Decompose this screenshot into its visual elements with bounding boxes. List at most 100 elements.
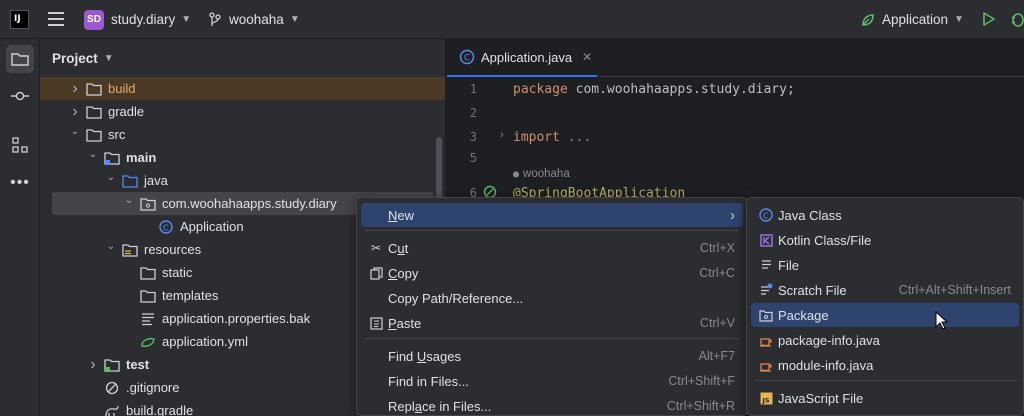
- chevron-down-icon[interactable]: ⌄: [124, 195, 134, 206]
- menu-item-new[interactable]: New ›: [361, 203, 743, 227]
- code-line[interactable]: ● woohaha: [513, 166, 570, 181]
- menu-item-copy-path-reference[interactable]: Copy Path/Reference...: [361, 286, 743, 310]
- submenu-item-kotlin-class-file[interactable]: Kotlin Class/File: [751, 228, 1019, 252]
- menu-item-copy[interactable]: Copy Ctrl+C: [361, 261, 743, 285]
- submenu-item-package-info-java[interactable]: package-info.java: [751, 328, 1019, 352]
- kotlin-icon: [759, 233, 773, 247]
- text-file-icon: [142, 312, 154, 325]
- source-folder-icon: [104, 151, 120, 165]
- submenu-item-scratch-file[interactable]: Scratch File Ctrl+Alt+Shift+Insert: [751, 278, 1019, 302]
- run-icon[interactable]: [982, 11, 996, 27]
- chevron-right-icon[interactable]: ›: [88, 356, 98, 374]
- gitignore-icon: [105, 381, 119, 394]
- main-menu-icon[interactable]: [48, 12, 64, 26]
- tool-window-stripe: •••: [0, 39, 40, 416]
- svg-text:C: C: [163, 223, 169, 232]
- menu-item-label: Paste: [388, 315, 422, 331]
- submenu-item-java-class[interactable]: C Java Class: [751, 203, 1019, 227]
- line-number: 1: [469, 82, 477, 96]
- tree-item[interactable]: ⌄ src: [40, 123, 445, 146]
- branch-selector[interactable]: woohaha ▼: [208, 0, 300, 39]
- gradle-icon: [105, 405, 119, 416]
- intellij-logo-icon[interactable]: IJ: [10, 10, 29, 29]
- tree-item-label: main: [126, 150, 157, 165]
- more-icon: •••: [10, 174, 30, 191]
- folder-icon: [86, 128, 102, 142]
- paste-icon: [369, 317, 383, 330]
- tab-application-java[interactable]: C Application.java ✕: [447, 39, 597, 77]
- project-selector[interactable]: SD study.diary ▼: [84, 0, 191, 39]
- submenu-item-file[interactable]: File: [751, 253, 1019, 277]
- chevron-right-icon: ›: [730, 206, 735, 224]
- menu-item-label: JavaScript File: [778, 390, 864, 406]
- mnemonic: P: [388, 315, 397, 331]
- tree-item-label: build.gradle: [126, 403, 194, 416]
- package-icon: [759, 309, 773, 322]
- mnemonic: C: [388, 265, 398, 281]
- menu-item-find-in-files[interactable]: Find in Files... Ctrl+Shift+F: [361, 369, 743, 393]
- mnemonic: a: [414, 398, 422, 414]
- folder-icon: [140, 289, 156, 303]
- menu-item-label: module-info.java: [778, 357, 874, 373]
- copy-icon: [369, 266, 383, 280]
- code-text: ...: [559, 130, 592, 145]
- menu-item-label: Package: [778, 307, 829, 323]
- keyword: package: [513, 82, 568, 97]
- menu-item-label: Find in Files...: [388, 373, 469, 389]
- java-file-icon: [760, 363, 772, 372]
- tree-item[interactable]: › gradle: [40, 100, 445, 123]
- chevron-right-icon[interactable]: ›: [70, 103, 80, 121]
- fold-icon[interactable]: ›: [500, 129, 504, 141]
- menu-item-label: Kotlin Class/File: [778, 232, 872, 248]
- svg-text:C: C: [464, 54, 470, 64]
- chevron-down-icon[interactable]: ⌄: [88, 149, 98, 160]
- chevron-down-icon[interactable]: ⌄: [106, 241, 116, 252]
- run-config-selector[interactable]: Application ▼: [860, 0, 964, 39]
- structure-tool-button[interactable]: [6, 131, 34, 159]
- java-file-icon: [760, 338, 772, 347]
- spring-class-icon: C: [459, 49, 475, 65]
- chevron-down-icon[interactable]: ⌄: [106, 172, 116, 183]
- tree-item-label: java: [144, 173, 168, 188]
- submenu-item-javascript-file[interactable]: JS JavaScript File: [751, 386, 1019, 410]
- scratch-file-icon: [761, 283, 773, 295]
- menu-item-replace-in-files[interactable]: Replace in Files... Ctrl+Shift+R: [361, 394, 743, 416]
- chevron-right-icon[interactable]: ›: [70, 80, 80, 98]
- project-tool-button[interactable]: [6, 45, 34, 73]
- menu-item-label: File: [778, 257, 799, 273]
- project-panel-title: Project: [52, 50, 98, 66]
- spring-class-icon: C: [159, 219, 173, 234]
- chevron-down-icon[interactable]: ⌄: [70, 126, 80, 137]
- menu-item-label: New: [388, 207, 415, 223]
- menu-item-paste[interactable]: Paste Ctrl+V: [361, 311, 743, 335]
- menu-item-cut[interactable]: ✂ Cut Ctrl+X: [361, 236, 743, 260]
- tree-item[interactable]: ⌄ main: [40, 146, 445, 169]
- menu-item-find-usages[interactable]: Find Usages Alt+F7: [361, 344, 743, 368]
- tree-item[interactable]: › build: [40, 77, 445, 100]
- debug-icon[interactable]: [1010, 11, 1024, 27]
- mnemonic: N: [388, 207, 398, 223]
- tree-item-label: src: [108, 127, 126, 142]
- project-panel-header[interactable]: Project ▼: [52, 39, 114, 77]
- author-hint: woohaha: [523, 168, 570, 180]
- tab-label: Application.java: [481, 49, 573, 65]
- submenu-item-package[interactable]: Package: [751, 303, 1019, 327]
- menu-item-shortcut: Ctrl+V: [699, 316, 735, 330]
- code-line[interactable]: package com.woohahaapps.study.diary;: [513, 82, 795, 97]
- menu-item-shortcut: Ctrl+Shift+R: [666, 399, 735, 413]
- more-tools-button[interactable]: •••: [6, 169, 34, 197]
- svg-text:C: C: [763, 212, 769, 221]
- mnemonic: u: [397, 240, 405, 256]
- close-icon[interactable]: ✕: [582, 50, 592, 64]
- tree-item-label: application.properties.bak: [162, 311, 311, 326]
- spring-boot-icon: [862, 13, 874, 26]
- project-name: study.diary: [111, 12, 176, 27]
- tree-item[interactable]: ⌄ java: [40, 169, 445, 192]
- keyword: import: [513, 130, 560, 145]
- git-branch-icon: [209, 11, 221, 26]
- code-line[interactable]: import ...: [513, 130, 591, 145]
- submenu-item-module-info-java[interactable]: module-info.java: [751, 353, 1019, 377]
- commit-tool-button[interactable]: [6, 82, 34, 110]
- yaml-icon: [141, 337, 155, 347]
- user-icon: ●: [513, 169, 520, 180]
